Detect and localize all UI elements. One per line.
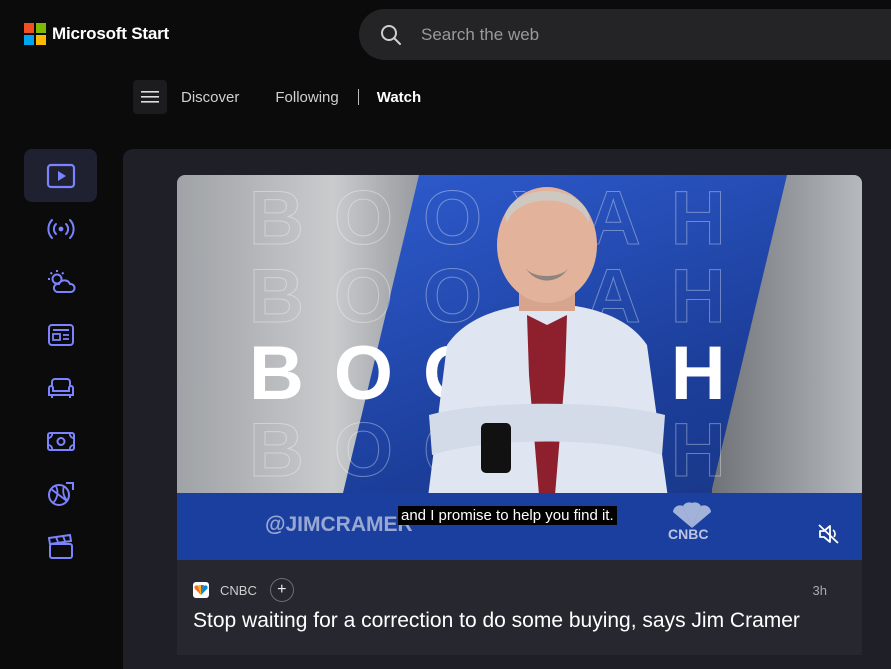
hamburger-icon [141, 91, 159, 103]
hamburger-menu-button[interactable] [133, 80, 167, 114]
app-name: Microsoft Start [52, 24, 169, 43]
cnbc-watermark: CNBC [668, 526, 709, 542]
sidebar-item-live[interactable] [24, 202, 97, 255]
source-name[interactable]: CNBC [220, 583, 257, 598]
presenter-image [427, 187, 669, 505]
twitter-handle: @JIMCRAMER [265, 513, 413, 536]
search-bar[interactable] [359, 9, 891, 60]
movie-clapper-icon [47, 533, 73, 559]
card-meta: CNBC + 3h [193, 578, 843, 602]
video-caption: and I promise to help you find it. [398, 506, 617, 525]
post-age: 3h [812, 582, 827, 598]
cnbc-logo-icon [193, 582, 209, 598]
play-video-icon [46, 163, 75, 188]
microsoft-logo-icon [24, 23, 46, 45]
sports-icon [47, 481, 74, 506]
sidebar-item-entertainment[interactable] [24, 520, 97, 573]
sidebar-item-lifestyle[interactable] [24, 361, 97, 414]
sidebar-item-sports[interactable] [24, 467, 97, 520]
video-card[interactable]: BOOYAH BOOYAH BOOYAH BOOYAH @JIMCRAMER a… [177, 175, 862, 655]
plus-icon: + [277, 581, 287, 598]
nav-discover[interactable]: Discover [181, 89, 239, 106]
nav-divider [357, 89, 359, 105]
search-input[interactable] [419, 23, 823, 46]
sidebar-item-weather[interactable] [24, 255, 97, 308]
search-icon [381, 24, 401, 45]
top-header: Microsoft Start [0, 0, 891, 70]
weather-icon [47, 269, 75, 293]
sidebar-item-money[interactable] [24, 414, 97, 467]
sidebar-item-news[interactable] [24, 308, 97, 361]
news-icon [47, 323, 74, 346]
nav-watch[interactable]: Watch [377, 89, 421, 106]
volume-muted-icon[interactable] [817, 523, 841, 545]
video-title[interactable]: Stop waiting for a correction to do some… [193, 609, 800, 633]
live-broadcast-icon [46, 218, 75, 239]
sofa-icon [47, 377, 74, 398]
microsoft-start-logo[interactable]: Microsoft Start [24, 23, 169, 45]
video-player[interactable]: BOOYAH BOOYAH BOOYAH BOOYAH @JIMCRAMER a… [177, 175, 862, 560]
top-nav: Discover Following Watch [133, 79, 421, 115]
sidebar-item-video[interactable] [24, 149, 97, 202]
nav-following[interactable]: Following [275, 89, 338, 106]
left-sidebar [24, 149, 97, 573]
follow-source-button[interactable]: + [269, 578, 294, 602]
money-icon [46, 431, 75, 451]
